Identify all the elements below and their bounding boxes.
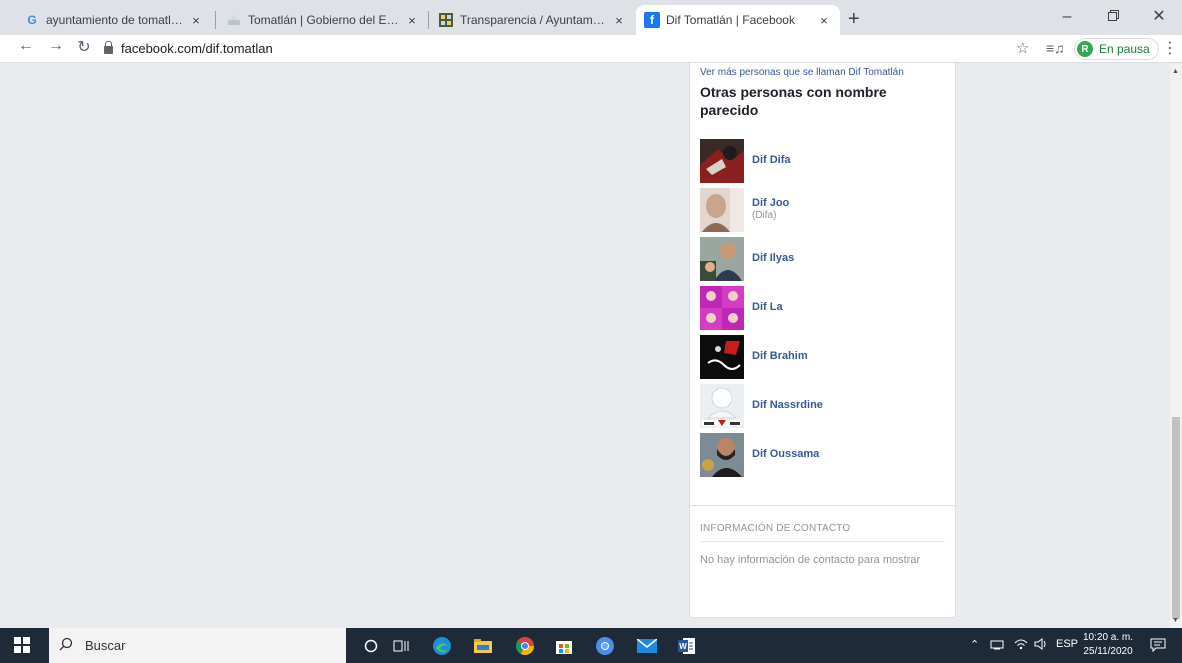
profile-photo[interactable] <box>700 188 744 232</box>
mail-icon[interactable] <box>636 635 658 657</box>
profile-photo[interactable] <box>700 237 744 281</box>
person-name[interactable]: Dif Nassrdine <box>752 399 823 411</box>
tab-strip: G ayuntamiento de tomatlán jalisco × Tom… <box>0 0 1182 35</box>
word-icon[interactable]: W <box>676 635 698 657</box>
profile-photo[interactable] <box>700 139 744 183</box>
tab-separator <box>215 11 216 29</box>
close-window-icon[interactable]: ✕ <box>1136 4 1182 30</box>
person-item[interactable]: Dif Ilyas <box>700 237 950 281</box>
person-item[interactable]: Dif Joo (Difa) <box>700 188 950 232</box>
person-item[interactable]: Dif Nassrdine <box>700 384 950 428</box>
page-viewport: Ver más personas que se llaman Dif Tomat… <box>0 63 1170 628</box>
file-explorer-icon[interactable] <box>472 635 494 657</box>
divider <box>700 541 945 542</box>
chrome-profile-icon[interactable] <box>594 635 616 657</box>
google-g-icon: G <box>27 13 37 27</box>
facebook-icon: f <box>644 12 660 28</box>
notifications-icon[interactable] <box>1150 637 1166 653</box>
search-icon <box>59 637 73 654</box>
scroll-up-arrow-icon[interactable]: ▲ <box>1172 68 1179 75</box>
tab-jalisco[interactable]: Tomatlán | Gobierno del Estado de Jalisc… <box>218 5 428 35</box>
person-item[interactable]: Dif La <box>700 286 950 330</box>
tab-separator <box>428 11 429 29</box>
person-item[interactable]: Dif Difa <box>700 139 950 183</box>
page-scrollbar[interactable]: ▲ ▼ <box>1170 63 1182 628</box>
lock-icon <box>104 41 113 54</box>
tab-title: Dif Tomatlán | Facebook <box>666 13 795 27</box>
tab-title: ayuntamiento de tomatlán jalisco <box>46 13 184 27</box>
contact-info-panel: INFORMACIÓN DE CONTACTO No hay informaci… <box>689 505 956 618</box>
profile-status: En pausa <box>1099 42 1150 56</box>
scroll-down-arrow-icon[interactable]: ▼ <box>1172 617 1179 624</box>
show-hidden-icons[interactable]: ⌃ <box>970 638 979 651</box>
person-name[interactable]: Dif Brahim <box>752 350 808 362</box>
edge-icon[interactable] <box>431 635 453 657</box>
search-placeholder: Buscar <box>85 638 126 653</box>
clock-time: 10:20 a. m. <box>1083 632 1134 643</box>
profile-photo[interactable] <box>700 335 744 379</box>
scrollbar-thumb[interactable] <box>1172 417 1180 619</box>
close-tab-icon[interactable]: × <box>188 13 204 28</box>
profile-photo[interactable] <box>700 384 744 428</box>
reload-icon[interactable]: ↻ <box>74 37 94 57</box>
forward-arrow-icon[interactable]: → <box>46 37 66 55</box>
profile-button[interactable]: R En pausa <box>1074 38 1159 60</box>
volume-icon[interactable] <box>1034 638 1048 653</box>
chrome-icon[interactable] <box>514 635 536 657</box>
media-control-icon[interactable]: ≡♫ <box>1046 40 1065 56</box>
person-name[interactable]: Dif Difa <box>752 154 791 166</box>
wifi-icon[interactable] <box>1014 638 1028 653</box>
tab-google-search[interactable]: G ayuntamiento de tomatlán jalisco × <box>16 5 212 35</box>
restore-window-icon[interactable] <box>1090 4 1136 30</box>
language-indicator[interactable]: ESP <box>1056 638 1078 650</box>
person-item[interactable]: Dif Oussama <box>700 433 950 477</box>
taskbar-search-box[interactable]: Buscar <box>49 628 346 663</box>
jalisco-icon <box>226 12 242 28</box>
close-tab-icon[interactable]: × <box>611 13 627 28</box>
windows-start-icon[interactable] <box>14 637 30 653</box>
tab-transparencia[interactable]: Transparencia / Ayuntamiento de Tomatlán… <box>430 5 635 35</box>
browser-toolbar: ← → ↻ facebook.com/dif.tomatlan ☆ ≡♫ R E… <box>0 35 1182 63</box>
menu-dots-icon[interactable]: ⋮ <box>1162 38 1178 58</box>
address-bar[interactable]: facebook.com/dif.tomatlan <box>104 37 273 59</box>
profile-photo[interactable] <box>700 433 744 477</box>
svg-text:W: W <box>679 642 687 651</box>
minimize-window-icon[interactable]: – <box>1044 4 1090 30</box>
network-icon[interactable] <box>990 638 1004 653</box>
contact-empty-message: No hay información de contacto para most… <box>700 554 921 566</box>
person-alias: (Difa) <box>752 210 777 221</box>
profile-photo[interactable] <box>700 286 744 330</box>
person-item[interactable]: Dif Brahim <box>700 335 950 379</box>
tab-title: Transparencia / Ayuntamiento de Tomatlán <box>460 13 607 27</box>
task-view-icon[interactable] <box>390 635 412 657</box>
clock-date: 25/11/2020 <box>1083 646 1133 657</box>
tab-facebook-active[interactable]: f Dif Tomatlán | Facebook × <box>636 5 840 35</box>
person-name[interactable]: Dif Oussama <box>752 448 819 460</box>
person-name[interactable]: Dif La <box>752 301 783 313</box>
others-title: Otras personas con nombre parecido <box>700 84 887 118</box>
windows-taskbar: Buscar W ⌃ ESP 10:20 a. m. 25/11/2020 <box>0 628 1182 663</box>
tab-title: Tomatlán | Gobierno del Estado de Jalisc… <box>248 13 400 27</box>
taskbar-clock[interactable]: 10:20 a. m. 25/11/2020 <box>1083 631 1133 659</box>
person-name[interactable]: Dif Joo <box>752 197 789 209</box>
person-name[interactable]: Dif Ilyas <box>752 252 794 264</box>
similar-people-panel: Ver más personas que se llaman Dif Tomat… <box>689 63 956 555</box>
contact-info-title: INFORMACIÓN DE CONTACTO <box>700 523 851 534</box>
back-arrow-icon[interactable]: ← <box>16 37 36 55</box>
cortana-icon[interactable] <box>360 635 382 657</box>
store-icon[interactable] <box>553 635 575 657</box>
avatar: R <box>1077 41 1093 57</box>
transparencia-icon <box>438 12 454 28</box>
close-tab-icon[interactable]: × <box>404 13 420 28</box>
url-text: facebook.com/dif.tomatlan <box>121 40 273 56</box>
bookmark-star-icon[interactable]: ☆ <box>1016 39 1029 57</box>
close-tab-icon[interactable]: × <box>816 13 832 28</box>
new-tab-button[interactable]: + <box>848 8 860 31</box>
see-more-link[interactable]: Ver más personas que se llaman Dif Tomat… <box>700 67 904 78</box>
